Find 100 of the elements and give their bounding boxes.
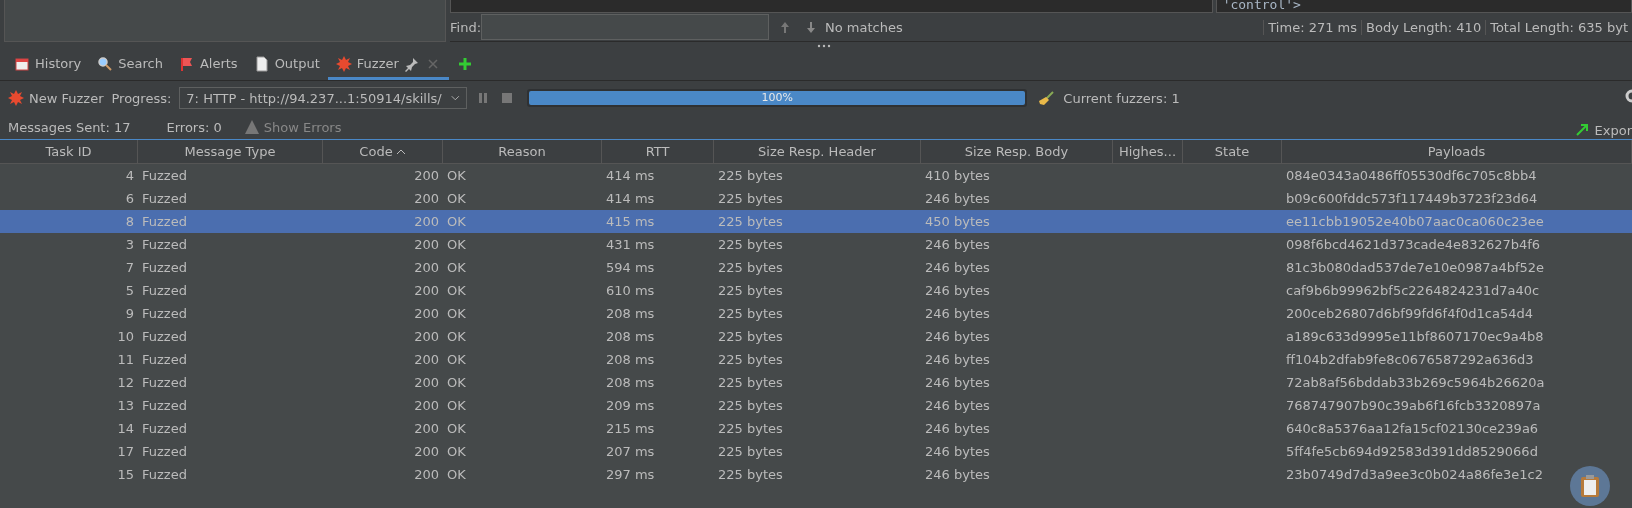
table-cell-text: 414 ms xyxy=(605,190,656,208)
table-cell-text: 200 xyxy=(413,397,440,415)
current-fuzzers-text: Current fuzzers: 1 xyxy=(1063,90,1180,106)
column-header[interactable]: Size Resp. Body xyxy=(921,140,1113,163)
document-icon xyxy=(253,55,270,72)
table-cell-text: 225 bytes xyxy=(717,282,784,300)
tab[interactable]: Fuzzer xyxy=(327,50,449,80)
table-cell-text: 414 ms xyxy=(605,167,656,185)
burst-icon xyxy=(335,55,352,72)
column-header[interactable]: Message Type xyxy=(138,140,323,163)
table-cell-text: 246 bytes xyxy=(924,420,991,438)
table-cell-text: OK xyxy=(446,420,467,438)
table-row[interactable]: 13 Fuzzed 200 OK 209 ms 225 bytes 246 bytes 768747907b90c39ab6f16fcb3320897a xyxy=(0,394,1632,417)
table-cell-text: OK xyxy=(446,443,467,461)
column-header[interactable]: State xyxy=(1183,140,1282,163)
tab[interactable]: History xyxy=(6,50,90,80)
table-cell-text: OK xyxy=(446,328,467,346)
new-fuzzer-button[interactable]: New Fuzzer xyxy=(8,90,104,106)
table-cell-text: 23b0749d7d3a9ee3c0b024a86fe3e1c2 xyxy=(1285,466,1544,484)
table-cell-text: 3 xyxy=(124,236,135,254)
table-cell-text: OK xyxy=(446,374,467,392)
table-cell-text: 768747907b90c39ab6f16fcb3320897a xyxy=(1285,397,1542,415)
flag-icon xyxy=(178,55,195,72)
table-row[interactable]: 12 Fuzzed 200 OK 208 ms 225 bytes 246 bytes 72ab8af56bddab33b269c5964b26620a xyxy=(0,371,1632,394)
table-cell-text: 208 ms xyxy=(605,305,656,323)
table-row[interactable]: 5 Fuzzed 200 OK 610 ms 225 bytes 246 bytes caf9b6b99962bf5c2264824231d7a40c xyxy=(0,279,1632,302)
table-row[interactable]: 7 Fuzzed 200 OK 594 ms 225 bytes 246 bytes 81c3b080dad537de7e10e0987a4bf52e xyxy=(0,256,1632,279)
column-header[interactable]: Reason xyxy=(443,140,602,163)
burst-icon xyxy=(8,90,24,106)
table-cell-text: 225 bytes xyxy=(717,236,784,254)
table-cell-text: 246 bytes xyxy=(924,190,991,208)
table-cell-text: 200 xyxy=(413,466,440,484)
table-row[interactable]: 11 Fuzzed 200 OK 208 ms 225 bytes 246 bytes ff104b2dfab9fe8c0676587292a636d3 xyxy=(0,348,1632,371)
table-cell-text: 297 ms xyxy=(605,466,656,484)
table-cell-text: 225 bytes xyxy=(717,259,784,277)
table-cell-text: 200 xyxy=(413,305,440,323)
table-cell-text: 208 ms xyxy=(605,374,656,392)
table-cell-text: 5 xyxy=(124,282,135,300)
table-cell-text: 225 bytes xyxy=(717,190,784,208)
table-cell-text: 246 bytes xyxy=(924,259,991,277)
show-errors-button[interactable]: Show Errors xyxy=(237,118,348,136)
export-button[interactable]: Expor xyxy=(1573,122,1632,138)
table-cell-text: 209 ms xyxy=(605,397,656,415)
table-cell-text: 640c8a5376aa12fa15cf02130ce239a6 xyxy=(1285,420,1540,438)
stat-text: Total Length: 635 byt xyxy=(1485,19,1632,35)
table-cell-text: 415 ms xyxy=(605,213,656,231)
table-cell-text: 225 bytes xyxy=(717,328,784,346)
table-row[interactable]: 9 Fuzzed 200 OK 208 ms 225 bytes 246 bytes 200ceb26807d6bf99fd6f4f0d1ca54d4 xyxy=(0,302,1632,325)
find-label: Find: xyxy=(450,19,481,35)
stat-text: Time: 271 ms xyxy=(1263,19,1362,35)
tab[interactable]: Output xyxy=(245,50,328,80)
table-cell-text: OK xyxy=(446,305,467,323)
table-row[interactable]: 10 Fuzzed 200 OK 208 ms 225 bytes 246 bytes a189c633d9995e11bf8607170ec9a4b8 xyxy=(0,325,1632,348)
warning-icon xyxy=(243,119,260,135)
table-cell-text: 200 xyxy=(413,167,440,185)
find-field[interactable] xyxy=(481,14,769,40)
table-row[interactable]: 6 Fuzzed 200 OK 414 ms 225 bytes 246 bytes b09c600fddc573f117449b3723f23d64 xyxy=(0,187,1632,210)
table-cell-text: Fuzzed xyxy=(141,351,188,369)
match-status: No matches xyxy=(825,19,903,35)
table-cell-text: 207 ms xyxy=(605,443,656,461)
table-cell-text: 15 xyxy=(116,466,135,484)
column-header[interactable]: Task ID xyxy=(0,140,138,163)
table-cell-text: 200ceb26807d6bf99fd6f4f0d1ca54d4 xyxy=(1285,305,1534,323)
table-cell-text: Fuzzed xyxy=(141,259,188,277)
table-cell-text: Fuzzed xyxy=(141,328,188,346)
table-row[interactable]: 4 Fuzzed 200 OK 414 ms 225 bytes 410 bytes 084e0343a0486ff05530df6c705c8bb4 xyxy=(0,164,1632,187)
table-cell-text: 17 xyxy=(116,443,135,461)
table-cell-text: 200 xyxy=(413,190,440,208)
tab[interactable]: Alerts xyxy=(170,50,246,80)
scan-select[interactable]: 7: HTTP - http://94.237...1:50914/skills/ xyxy=(179,87,468,109)
table-cell-text: 225 bytes xyxy=(717,213,784,231)
table-cell-text: b09c600fddc573f117449b3723f23d64 xyxy=(1285,190,1539,208)
table-cell-text: 208 ms xyxy=(605,351,656,369)
table-cell-text: 410 bytes xyxy=(924,167,991,185)
table-cell-text: 200 xyxy=(413,443,440,461)
tab[interactable]: Search xyxy=(89,50,171,80)
table-cell-text: Fuzzed xyxy=(141,305,188,323)
plus-icon xyxy=(456,55,473,72)
progress-label: Progress: xyxy=(111,90,172,106)
table-cell-text: OK xyxy=(446,397,467,415)
table-cell-text: 12 xyxy=(116,374,135,392)
table-cell-text: 5ff4fe5cb694d92583d391dd8529066d xyxy=(1285,443,1539,461)
table-cell-text: ee11cbb19052e40b07aac0ca060c23ee xyxy=(1285,213,1545,231)
column-header[interactable]: Code xyxy=(323,140,443,163)
table-cell-text: 098f6bcd4621d373cade4e832627b4f6 xyxy=(1285,236,1542,254)
table-cell-text: OK xyxy=(446,466,467,484)
table-cell-text: 200 xyxy=(413,328,440,346)
table-cell-text: 200 xyxy=(413,351,440,369)
table-cell-text: 246 bytes xyxy=(924,351,991,369)
table-row[interactable]: 14 Fuzzed 200 OK 215 ms 225 bytes 246 bytes 640c8a5376aa12fa15cf02130ce239a6 xyxy=(0,417,1632,440)
table-row[interactable]: 3 Fuzzed 200 OK 431 ms 225 bytes 246 bytes 098f6bcd4621d373cade4e832627b4f6 xyxy=(0,233,1632,256)
column-header[interactable]: Highes... xyxy=(1113,140,1183,163)
table-row[interactable]: 17 Fuzzed 200 OK 207 ms 225 bytes 246 bytes 5ff4fe5cb694d92583d391dd8529066d xyxy=(0,440,1632,463)
column-header[interactable]: Payloads xyxy=(1282,140,1632,163)
table-row[interactable]: 15 Fuzzed 200 OK 297 ms 225 bytes 246 bytes 23b0749d7d3a9ee3c0b024a86fe3e1c2 xyxy=(0,463,1632,486)
table-cell-text: 200 xyxy=(413,213,440,231)
column-header[interactable]: RTT xyxy=(602,140,714,163)
column-header[interactable]: Size Resp. Header xyxy=(714,140,921,163)
stat-text: Body Length: 410 xyxy=(1361,19,1486,35)
table-cell-text: OK xyxy=(446,236,467,254)
